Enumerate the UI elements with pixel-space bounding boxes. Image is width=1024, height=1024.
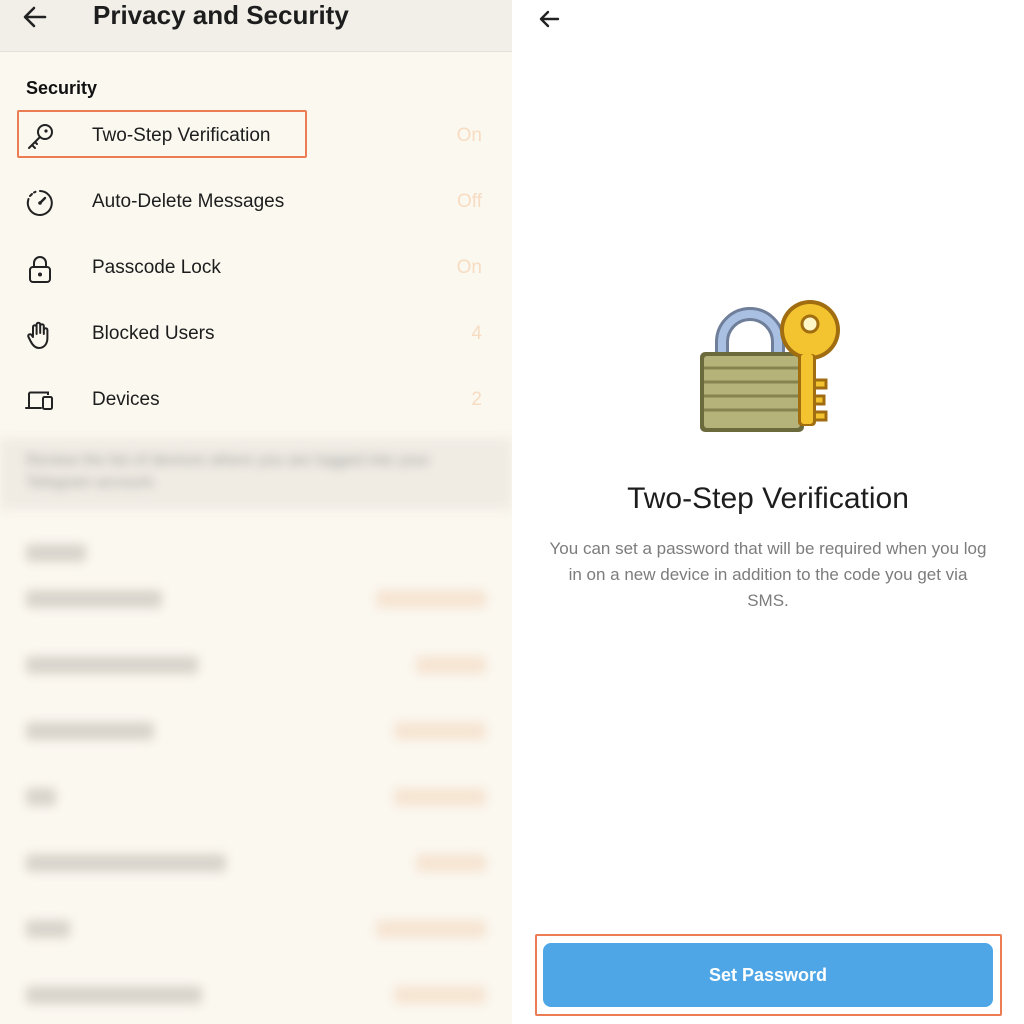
- settings-row-devices[interactable]: Devices 2: [0, 372, 512, 428]
- blurred-settings-area: Review the list of devices where you are…: [0, 438, 512, 1024]
- devices-icon: [25, 391, 53, 410]
- row-value: On: [456, 257, 482, 278]
- top-app-bar: Privacy and Security: [0, 0, 512, 52]
- devices-note: Review the list of devices where you are…: [26, 452, 430, 491]
- settings-row-blocked-users[interactable]: Blocked Users 4: [0, 306, 512, 362]
- lock-icon: [29, 256, 51, 283]
- devices-note-band: Review the list of devices where you are…: [0, 438, 512, 510]
- row-label: Blocked Users: [92, 323, 215, 344]
- hand-icon: [27, 321, 49, 349]
- blurred-row: [26, 538, 486, 568]
- row-value: Off: [457, 191, 482, 212]
- set-password-button[interactable]: Set Password: [543, 943, 993, 1007]
- row-value: On: [456, 125, 482, 146]
- row-value: 2: [471, 389, 482, 410]
- blurred-row: [26, 716, 486, 746]
- highlight-box: [17, 110, 307, 158]
- blurred-row: [26, 848, 486, 878]
- blurred-row: [26, 782, 486, 812]
- privacy-security-screen: Privacy and Security Security Two-Step V…: [0, 0, 512, 1024]
- back-arrow-icon[interactable]: [20, 2, 50, 32]
- screen-description: You can set a password that will be requ…: [549, 539, 987, 610]
- padlock-key-icon: [700, 300, 840, 432]
- row-label: Auto-Delete Messages: [92, 191, 285, 212]
- settings-row-auto-delete[interactable]: Auto-Delete Messages Off: [0, 174, 512, 230]
- settings-row-passcode-lock[interactable]: Passcode Lock On: [0, 240, 512, 296]
- back-arrow-icon[interactable]: [536, 6, 562, 32]
- timer-icon: [26, 190, 53, 216]
- row-label: Passcode Lock: [92, 257, 221, 278]
- blurred-row: [26, 980, 486, 1010]
- blurred-row: [26, 914, 486, 944]
- screen-title: Two-Step Verification: [627, 482, 909, 515]
- two-step-verification-screen: Two-Step Verification You can set a pass…: [512, 0, 1024, 1024]
- page-title: Privacy and Security: [93, 0, 349, 30]
- row-label: Devices: [92, 389, 160, 410]
- row-value: 4: [471, 323, 482, 344]
- blurred-row: [26, 650, 486, 680]
- blurred-row: [26, 584, 486, 614]
- section-title-security: Security: [26, 78, 98, 98]
